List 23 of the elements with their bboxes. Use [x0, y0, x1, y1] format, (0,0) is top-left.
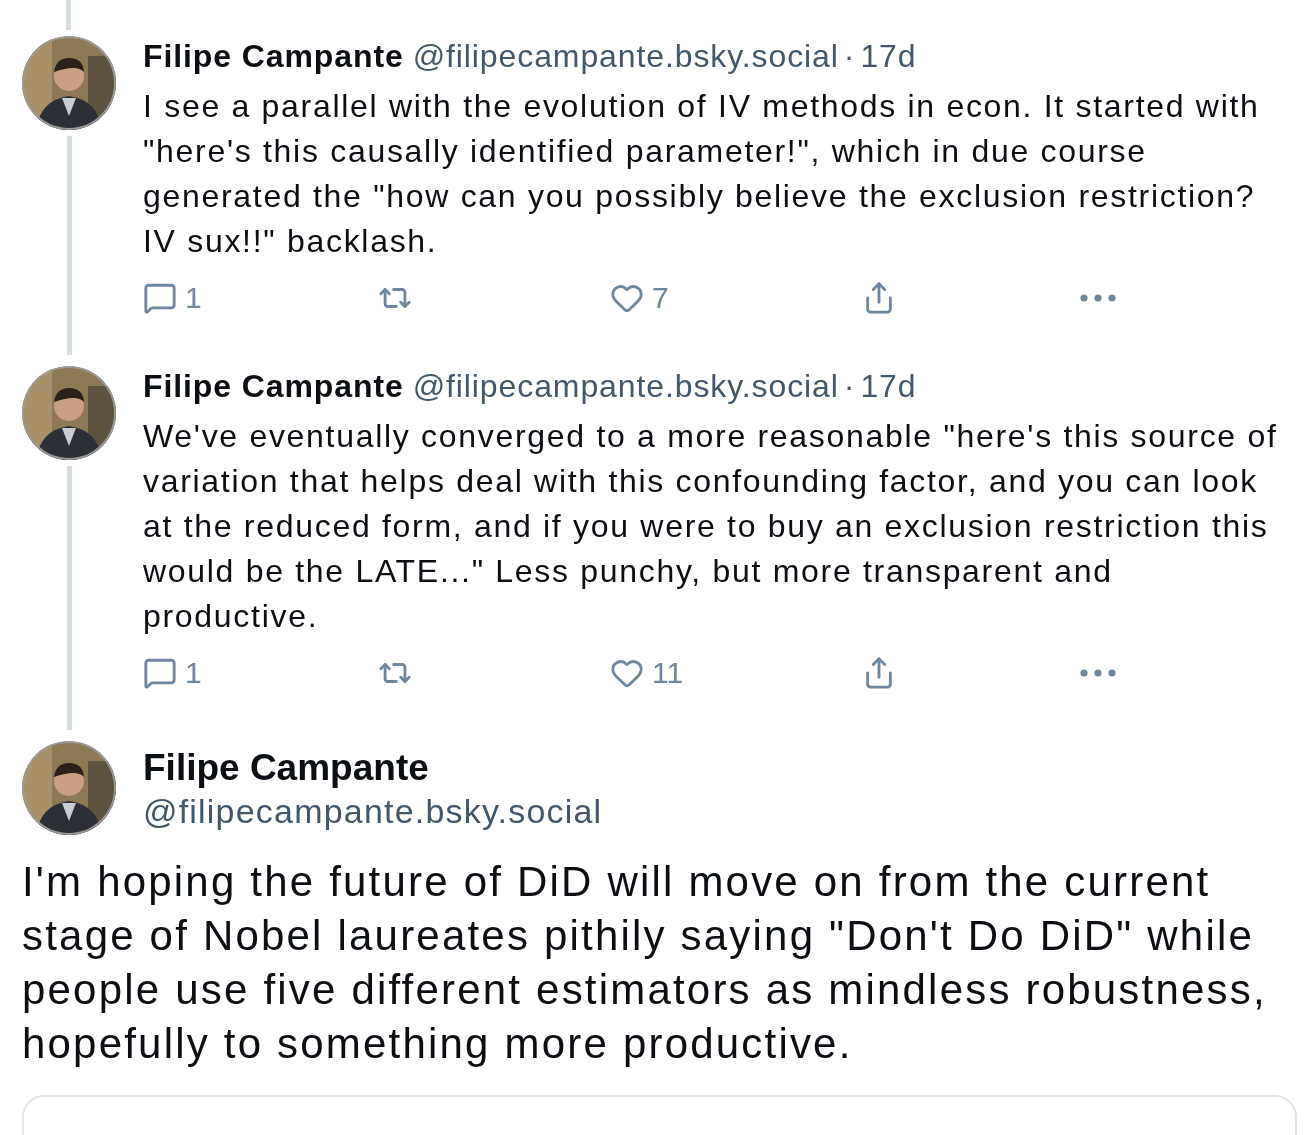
speech-bubble-icon — [143, 656, 177, 690]
more-button[interactable] — [1080, 294, 1116, 302]
more-button[interactable] — [1080, 669, 1116, 677]
separator-dot: · — [843, 37, 856, 75]
like-button[interactable]: 7 — [610, 281, 669, 315]
author-handle[interactable]: @filipecampante.bsky.social — [412, 367, 839, 405]
author-name[interactable]: Filipe Campante — [143, 745, 603, 791]
like-button[interactable]: 11 — [610, 656, 684, 690]
reply-button[interactable]: 1 — [143, 656, 202, 690]
separator-dot: · — [843, 367, 856, 405]
author-name[interactable]: Filipe Campante — [143, 37, 404, 75]
more-icon — [1080, 294, 1116, 302]
speech-bubble-icon — [143, 281, 177, 315]
post-text: I see a parallel with the evolution of IV methods in econ. It started with "here's this causally identified parameter!", which in due course generated the "how can you possibly believe the exclusion restriction? IV sux!!" backlash. — [143, 87, 1261, 261]
author-name[interactable]: Filipe Campante — [143, 367, 404, 405]
author-handle[interactable]: @filipecampante.bsky.social — [143, 791, 603, 831]
post-time[interactable]: 17d — [860, 367, 917, 405]
author-handle[interactable]: @filipecampante.bsky.social — [412, 37, 839, 75]
more-icon — [1080, 669, 1116, 677]
post-time[interactable]: 17d — [860, 37, 917, 75]
reply-button[interactable]: 1 — [143, 281, 202, 315]
post-text: I'm hoping the future of DiD will move on from the current stage of Nobel laureates pithily saying "Don't Do DiD" while people use five different estimators as mindless robustness, hopefully to something more productive. — [21, 857, 1268, 1069]
post-text: We've eventually converged to a more reasonable "here's this source of variation that helps deal with this confounding factor, and you can look at the reduced form, and if you were to buy an exclusion restriction this would be the LATE..." Less punchy, but more transparent and productive. — [143, 417, 1279, 636]
